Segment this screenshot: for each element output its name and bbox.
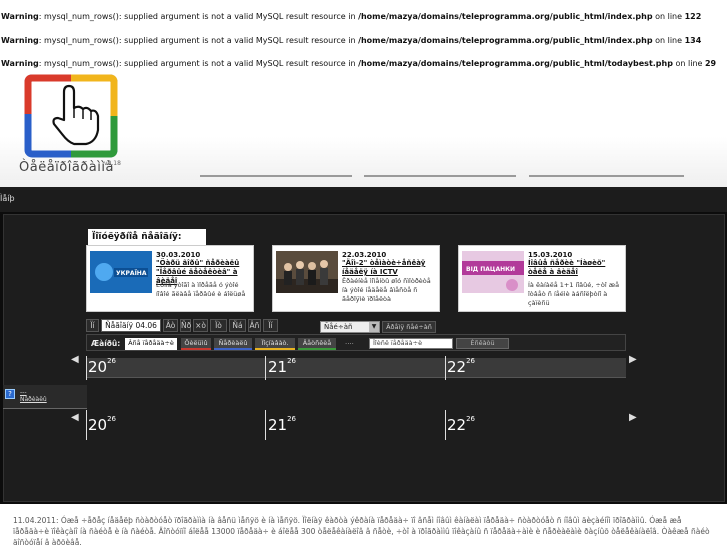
next-arrow-icon[interactable]: ▶ bbox=[629, 412, 637, 423]
tick-line bbox=[445, 356, 446, 380]
tick-line bbox=[265, 410, 266, 440]
genre-films[interactable]: Ôèëüìû bbox=[181, 338, 211, 350]
day-tab[interactable]: Ñð bbox=[180, 319, 191, 332]
card-title[interactable]: Íîâûå ñåðèè "Íàøèõ" òåëå à âèäåî bbox=[528, 259, 624, 277]
card-description: Êðàéíèå ìîìåíòû øîó ñìîòðèòå íà ýòîé íåä… bbox=[342, 277, 431, 303]
card-description: Êðîìå ýòîãî à ìîðåãå ó ýòîé íîâîé ãëàâå … bbox=[156, 281, 246, 298]
genre-kids[interactable]: Äåòñêèå bbox=[298, 338, 336, 350]
tick-line bbox=[86, 356, 87, 380]
day-tab[interactable]: Ïí bbox=[86, 319, 99, 332]
header-divider bbox=[200, 175, 352, 177]
thumb-label: УКРАЇНА bbox=[116, 270, 147, 277]
timeline-header bbox=[86, 358, 626, 378]
thumb-label: ВІД ПАЦАНКИ bbox=[466, 266, 515, 273]
search-input[interactable]: Ïîèñê ïåðåäà÷è bbox=[369, 338, 453, 349]
day-tab[interactable]: Âò bbox=[163, 319, 178, 332]
card-date: 22.03.2010 bbox=[342, 251, 387, 259]
card-title[interactable]: "Äîì-2" òåìàòè÷åñêàÿ íåäåëÿ íà ICTV bbox=[342, 259, 438, 277]
header-divider bbox=[529, 175, 684, 177]
time-tick: 2126 bbox=[268, 415, 297, 434]
now-button[interactable]: Âðåìÿ ñåé÷àñ bbox=[382, 321, 436, 333]
nav-bar: Ìåíþ bbox=[0, 187, 727, 212]
tick-line bbox=[265, 356, 266, 380]
popular-today-title: Ïîïóëÿðíîå ñåãîäíÿ: bbox=[88, 229, 206, 245]
prev-arrow-icon[interactable]: ◀ bbox=[71, 354, 79, 365]
time-tick: 2226 bbox=[447, 415, 476, 434]
genre-more[interactable]: .... bbox=[345, 338, 354, 346]
card-date: 15.03.2010 bbox=[528, 251, 573, 259]
day-tab[interactable]: Ïí bbox=[263, 319, 278, 332]
day-tab[interactable]: Ïò bbox=[210, 319, 227, 332]
popular-card[interactable]: 22.03.2010 "Äîì-2" òåìàòè÷åñêàÿ íåäåëÿ í… bbox=[272, 245, 440, 312]
channel-help-icon[interactable]: ? bbox=[5, 389, 15, 399]
news-text: 11.04.2011: Óæå ÷åðåç íåäåëþ ñòàðòóåò ïð… bbox=[13, 516, 710, 545]
channel-label[interactable]: --- Ñåðèàëû bbox=[20, 389, 47, 403]
tick-line bbox=[445, 410, 446, 440]
page: { "warnings": [ {"label": "Warning", "ms… bbox=[0, 0, 727, 545]
header-divider bbox=[364, 175, 516, 177]
time-select[interactable]: Ñåé÷àñ ▼ bbox=[320, 321, 380, 333]
search-button[interactable]: Èñêàòü bbox=[456, 338, 509, 349]
site-title[interactable]: Òåëåïðîãðàììà bbox=[19, 160, 114, 175]
site-logo[interactable] bbox=[24, 74, 118, 158]
card-description: Íà êàíàëå 1+1 íîâûé, ÷òî æå îòâåò ñ íåéì… bbox=[528, 281, 620, 307]
popular-card[interactable]: ВІД ПАЦАНКИ 15.03.2010 Íîâûå ñåðèè "Íàøè… bbox=[458, 245, 626, 312]
popular-card[interactable]: УКРАЇНА 30.03.2010 "Öàðü ãîðû" ñåðèàëû "… bbox=[86, 245, 254, 312]
day-tab[interactable]: Ñá bbox=[229, 319, 246, 332]
card-date: 30.03.2010 bbox=[156, 251, 201, 259]
time-tick: 2226 bbox=[447, 357, 476, 376]
time-tick: 2026 bbox=[88, 415, 117, 434]
card-thumbnail bbox=[276, 251, 338, 293]
menu-link[interactable]: Ìåíþ bbox=[0, 194, 15, 203]
time-tick: 2126 bbox=[268, 357, 297, 376]
php-warning: Warning: mysql_num_rows(): supplied argu… bbox=[1, 59, 717, 68]
day-tab-today[interactable]: Ñåãîäíÿ 04.06 bbox=[101, 319, 161, 332]
time-tick: 2026 bbox=[88, 357, 117, 376]
site-version: v0.18 bbox=[104, 160, 121, 167]
php-warning: Warning: mysql_num_rows(): supplied argu… bbox=[1, 12, 702, 21]
next-arrow-icon[interactable]: ▶ bbox=[629, 354, 637, 365]
day-tab[interactable]: Âñ bbox=[248, 319, 261, 332]
genre-all[interactable]: Âñå ïåðåäà÷è bbox=[125, 338, 177, 350]
tick-line bbox=[86, 410, 87, 440]
genre-series[interactable]: Ñåðèàëû bbox=[214, 338, 252, 350]
php-warning: Warning: mysql_num_rows(): supplied argu… bbox=[1, 36, 702, 45]
chevron-down-icon[interactable]: ▼ bbox=[369, 322, 379, 332]
genre-educational[interactable]: Ïîçíàâàò. bbox=[255, 338, 295, 350]
prev-arrow-icon[interactable]: ◀ bbox=[71, 412, 79, 423]
genres-label: Æàíðû: bbox=[91, 339, 121, 348]
day-tab[interactable]: ×ò bbox=[193, 319, 208, 332]
